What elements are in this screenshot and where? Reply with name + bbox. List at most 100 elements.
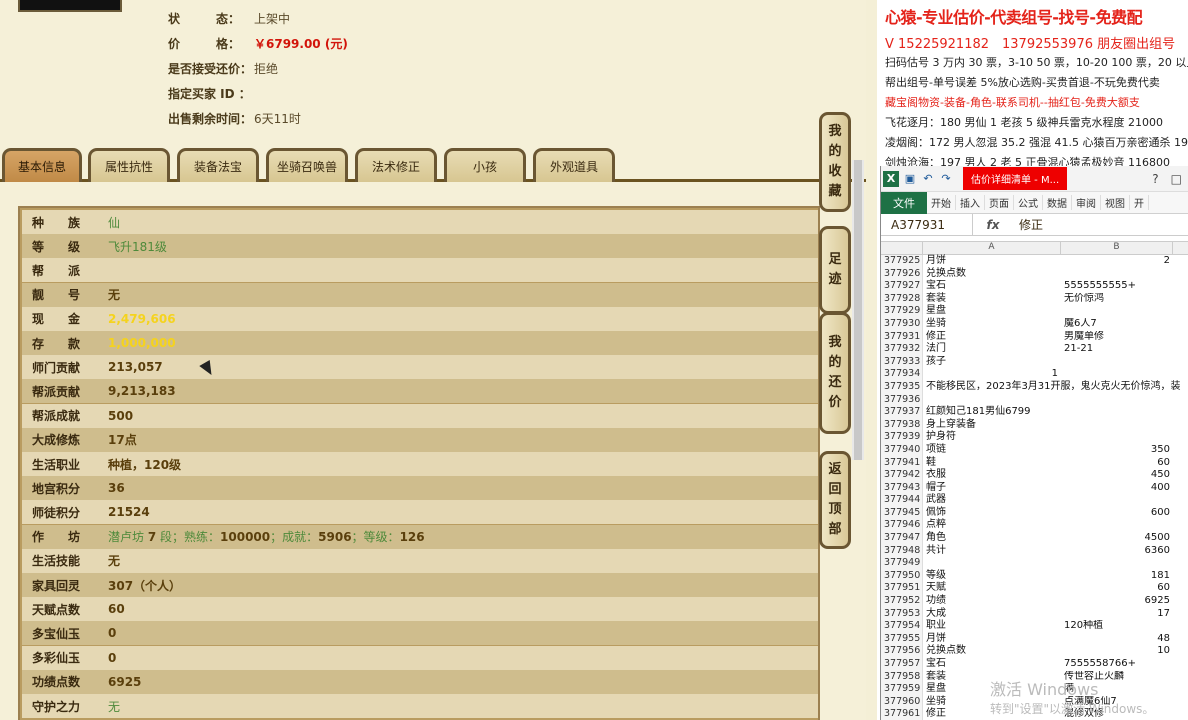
cell-b[interactable]: 5555555555+ bbox=[1061, 280, 1173, 293]
cell-a[interactable]: 1 bbox=[923, 368, 1061, 381]
row-number[interactable]: 377925 bbox=[881, 255, 923, 268]
tab-7[interactable]: 外观道具 bbox=[533, 148, 615, 182]
row-number[interactable]: 377941 bbox=[881, 456, 923, 470]
cell-b[interactable]: 魔6人7 bbox=[1061, 318, 1173, 331]
row-number[interactable]: 377938 bbox=[881, 418, 923, 432]
row-number[interactable]: 377933 bbox=[881, 355, 923, 369]
cell-b[interactable]: 48 bbox=[1061, 633, 1173, 646]
cell-b[interactable]: 181 bbox=[1061, 570, 1173, 583]
cell-b[interactable]: 60 bbox=[1061, 582, 1173, 595]
tab-2[interactable]: 属性抗性 bbox=[88, 148, 170, 182]
row-number[interactable]: 377945 bbox=[881, 506, 923, 520]
row-number[interactable]: 377944 bbox=[881, 494, 923, 507]
cell-a[interactable]: 孩子 bbox=[923, 356, 1061, 369]
cell-a[interactable]: 共计 bbox=[923, 545, 1061, 558]
cell-b[interactable]: 10 bbox=[1061, 645, 1173, 658]
column-header-b[interactable]: B bbox=[1061, 242, 1173, 254]
scrollbar-thumb[interactable] bbox=[854, 160, 862, 460]
name-box[interactable]: A377931 bbox=[881, 213, 973, 236]
cell-b[interactable] bbox=[1061, 268, 1173, 281]
row-number[interactable]: 377954 bbox=[881, 620, 923, 633]
cell-b[interactable] bbox=[1061, 494, 1173, 507]
scrollbar[interactable] bbox=[852, 160, 864, 460]
row-number[interactable]: 377960 bbox=[881, 695, 923, 709]
ribbon-tab[interactable]: 页面 bbox=[985, 195, 1014, 210]
cell-b[interactable]: 6360 bbox=[1061, 545, 1173, 558]
cell-a[interactable]: 角色 bbox=[923, 532, 1061, 545]
redo-icon[interactable]: ↷ bbox=[939, 172, 953, 186]
cell-a[interactable]: 宝石 bbox=[923, 280, 1061, 293]
cell-b[interactable]: 2 bbox=[1061, 255, 1173, 268]
cell-a[interactable]: 天赋 bbox=[923, 582, 1061, 595]
cell-a[interactable]: 点粹 bbox=[923, 519, 1061, 532]
maximize-icon[interactable]: □ bbox=[1171, 172, 1182, 186]
ribbon-tab[interactable]: 审阅 bbox=[1072, 195, 1101, 210]
cell-a[interactable]: 衣服 bbox=[923, 469, 1061, 482]
column-header-a[interactable]: A bbox=[923, 242, 1061, 254]
row-number[interactable]: 377932 bbox=[881, 343, 923, 356]
row-number[interactable]: 377936 bbox=[881, 393, 923, 407]
ribbon-tab[interactable]: 视图 bbox=[1101, 195, 1130, 210]
row-number[interactable]: 377951 bbox=[881, 582, 923, 596]
row-number[interactable]: 377947 bbox=[881, 532, 923, 545]
undo-icon[interactable]: ↶ bbox=[921, 172, 935, 186]
row-number[interactable]: 377940 bbox=[881, 443, 923, 457]
cell-a[interactable]: 大成 bbox=[923, 608, 1061, 621]
cell-a[interactable]: 红颜知己181男仙6799 bbox=[923, 406, 1061, 419]
cell-b[interactable]: 21-21 bbox=[1061, 343, 1173, 356]
cell-a[interactable]: 帽子 bbox=[923, 482, 1061, 495]
row-number[interactable]: 377958 bbox=[881, 670, 923, 684]
my-favorites-button[interactable]: 我的收藏 bbox=[819, 112, 851, 212]
row-number[interactable]: 377937 bbox=[881, 406, 923, 419]
back-to-top-button[interactable]: 返回顶部 bbox=[819, 451, 851, 549]
cell-b[interactable]: 6925 bbox=[1061, 595, 1173, 608]
cell-a[interactable] bbox=[923, 557, 1061, 570]
row-number[interactable]: 377931 bbox=[881, 330, 923, 344]
cell-a[interactable]: 月饼 bbox=[923, 255, 1061, 268]
row-number[interactable]: 377929 bbox=[881, 305, 923, 318]
cell-a[interactable]: 兑换点数 bbox=[923, 645, 1061, 658]
cell-a[interactable]: 项链 bbox=[923, 444, 1061, 457]
tab-5[interactable]: 法术修正 bbox=[355, 148, 437, 182]
cell-a[interactable]: 兑换点数 bbox=[923, 268, 1061, 281]
ribbon-tab[interactable]: 插入 bbox=[956, 195, 985, 210]
cell-a[interactable]: 坐骑 bbox=[923, 318, 1061, 331]
tab-1[interactable]: 基本信息 bbox=[2, 148, 82, 182]
cell-b[interactable] bbox=[1061, 406, 1173, 419]
row-number[interactable]: 377961 bbox=[881, 708, 923, 720]
cell-a[interactable]: 不能移民区，2023年3月31开服，鬼火克火无价惊鸿，装 bbox=[923, 381, 1181, 394]
cell-a[interactable]: 护身符 bbox=[923, 431, 1061, 444]
cell-a[interactable]: 佩饰 bbox=[923, 507, 1061, 520]
cell-a[interactable]: 修正 bbox=[923, 708, 1061, 720]
cell-b[interactable]: 无价惊鸿 bbox=[1061, 293, 1173, 306]
tab-file[interactable]: 文件 bbox=[881, 191, 927, 214]
cell-b[interactable]: 600 bbox=[1061, 507, 1173, 520]
cell-b[interactable] bbox=[1061, 519, 1173, 532]
cell-a[interactable]: 法门 bbox=[923, 343, 1061, 356]
row-number[interactable]: 377928 bbox=[881, 292, 923, 306]
cell-a[interactable]: 月饼 bbox=[923, 633, 1061, 646]
row-number[interactable]: 377949 bbox=[881, 557, 923, 570]
footprint-button[interactable]: 足迹 bbox=[819, 226, 851, 314]
cell-a[interactable]: 等级 bbox=[923, 570, 1061, 583]
row-number[interactable]: 377953 bbox=[881, 607, 923, 621]
ribbon-tab[interactable]: 开 bbox=[1130, 195, 1149, 210]
row-number[interactable]: 377959 bbox=[881, 683, 923, 696]
help-icon[interactable]: ? bbox=[1152, 172, 1158, 186]
row-number[interactable]: 377926 bbox=[881, 267, 923, 281]
my-bids-button[interactable]: 我的还价 bbox=[819, 312, 851, 434]
cell-a[interactable]: 坐骑 bbox=[923, 696, 1061, 709]
cell-a[interactable]: 星盘 bbox=[923, 305, 1061, 318]
cell-b[interactable]: 男魔单修 bbox=[1061, 331, 1173, 344]
row-number[interactable]: 377956 bbox=[881, 645, 923, 658]
cell-a[interactable]: 职业 bbox=[923, 620, 1061, 633]
row-number[interactable]: 377939 bbox=[881, 431, 923, 444]
cell-a[interactable] bbox=[923, 394, 1061, 407]
row-number[interactable]: 377952 bbox=[881, 595, 923, 608]
cell-a[interactable]: 套装 bbox=[923, 293, 1061, 306]
cell-b[interactable]: 450 bbox=[1061, 469, 1173, 482]
save-icon[interactable]: ▣ bbox=[903, 172, 917, 186]
cell-a[interactable]: 功绩 bbox=[923, 595, 1061, 608]
fx-icon[interactable]: fx bbox=[973, 218, 1013, 232]
ribbon-tab[interactable]: 公式 bbox=[1014, 195, 1043, 210]
